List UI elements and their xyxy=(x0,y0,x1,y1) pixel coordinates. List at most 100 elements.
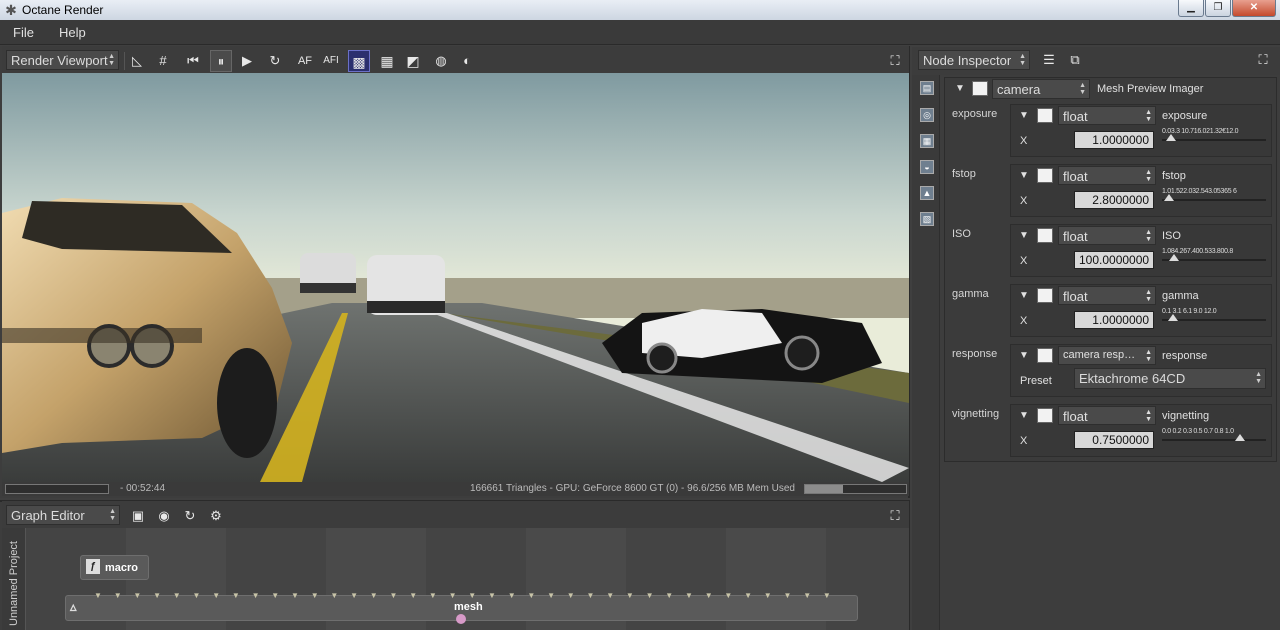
param-value-input[interactable] xyxy=(1074,191,1154,209)
param-type-selector[interactable]: float ▲ ▼ xyxy=(1058,286,1156,305)
param-collapse-toggle[interactable]: ▼ xyxy=(1019,290,1029,301)
mesh-input-pin[interactable]: ▼ xyxy=(468,591,476,600)
mesh-input-pin[interactable]: ▼ xyxy=(133,591,141,600)
add-node-icon[interactable]: ◉ xyxy=(153,505,175,527)
slider-thumb[interactable] xyxy=(1235,434,1245,441)
param-collapse-toggle[interactable]: ▼ xyxy=(1019,350,1029,361)
mesh-input-pin[interactable]: ▼ xyxy=(587,591,595,600)
param-slider[interactable]: 0.03.3 10.716.021.32€12.0 xyxy=(1162,128,1268,145)
mesh-input-pin[interactable]: ▼ xyxy=(271,591,279,600)
slider-thumb[interactable] xyxy=(1168,314,1178,321)
param-type-selector[interactable]: float ▲ ▼ xyxy=(1058,226,1156,245)
mesh-input-pin[interactable]: ▼ xyxy=(350,591,358,600)
grid-icon[interactable]: # xyxy=(152,50,174,72)
mesh-input-pin[interactable]: ▼ xyxy=(153,591,161,600)
collapse-icon[interactable]: ☰ xyxy=(1038,49,1060,71)
mesh-input-pin[interactable]: ▼ xyxy=(724,591,732,600)
param-value-input[interactable] xyxy=(1074,311,1154,329)
param-collapse-toggle[interactable]: ▼ xyxy=(1019,410,1029,421)
param-type-selector[interactable]: float ▲ ▼ xyxy=(1058,106,1156,125)
camera-rotate-icon[interactable]: ◍ xyxy=(430,50,452,72)
param-collapse-toggle[interactable]: ▼ xyxy=(1019,110,1029,121)
autofocus-image-button[interactable]: AFI xyxy=(320,50,342,72)
slider-thumb[interactable] xyxy=(1166,134,1176,141)
minimize-button[interactable]: ▁ xyxy=(1178,0,1204,17)
mesh-input-pin[interactable]: ▼ xyxy=(823,591,831,600)
sidebar-camera-icon[interactable]: ◎ xyxy=(920,108,934,122)
pause-icon[interactable]: ⏸ xyxy=(210,50,232,72)
param-slider[interactable]: 0.1 3.1 6.1 9.0 12.0 xyxy=(1162,308,1268,325)
camera-type-selector[interactable]: camera ▲ ▼ xyxy=(992,79,1090,99)
sidebar-render-target-icon[interactable]: ▧ xyxy=(920,212,934,226)
node-inspector-selector[interactable]: Node Inspector ▲ ▼ xyxy=(918,50,1030,70)
mesh-input-pin[interactable]: ▼ xyxy=(370,591,378,600)
mesh-input-pin[interactable]: ▼ xyxy=(173,591,181,600)
mesh-input-pin[interactable]: ▼ xyxy=(311,591,319,600)
param-type-selector[interactable]: camera resp… ▲ ▼ xyxy=(1058,346,1156,365)
param-type-selector[interactable]: float ▲ ▼ xyxy=(1058,406,1156,425)
macro-node[interactable]: ƒ macro xyxy=(80,555,149,580)
restart-icon[interactable]: ⏮ xyxy=(182,50,204,72)
param-value-input[interactable] xyxy=(1074,431,1154,449)
slider-thumb[interactable] xyxy=(1164,194,1174,201)
maximize-button[interactable]: ❐ xyxy=(1205,0,1231,17)
graph-fullscreen-icon[interactable]: ⛶ xyxy=(884,505,906,527)
mesh-input-pin[interactable]: ▼ xyxy=(330,591,338,600)
sidebar-imager-icon[interactable]: ▲ xyxy=(920,186,934,200)
graph-settings-icon[interactable]: ⚙ xyxy=(205,505,227,527)
mesh-input-pin[interactable]: ▼ xyxy=(606,591,614,600)
camera-collapse-toggle[interactable]: ▼ xyxy=(955,83,965,94)
sidebar-image-icon[interactable]: ▤ xyxy=(920,81,934,95)
mesh-input-pin[interactable]: ▼ xyxy=(114,591,122,600)
param-slider[interactable]: 1.084.267.400.533.800.8 xyxy=(1162,248,1268,265)
refresh-graph-icon[interactable]: ↻ xyxy=(179,505,201,527)
slider-thumb[interactable] xyxy=(1169,254,1179,261)
param-collapse-toggle[interactable]: ▼ xyxy=(1019,170,1029,181)
mesh-node[interactable]: ▵ mesh xyxy=(65,595,858,624)
sidebar-environment-icon[interactable]: ◒ xyxy=(920,160,934,174)
graph-editor-selector[interactable]: Graph Editor ▲ ▼ xyxy=(6,505,120,525)
param-slider[interactable]: 0.0 0.2 0.3 0.5 0.7 0.8 1.0 xyxy=(1162,428,1268,445)
mesh-input-pin[interactable]: ▼ xyxy=(488,591,496,600)
param-slider[interactable]: 1.01.522.032.543.05365 6 xyxy=(1162,188,1268,205)
param-value-input[interactable] xyxy=(1074,131,1154,149)
refresh-icon[interactable]: ↻ xyxy=(264,50,286,72)
mesh-input-pin[interactable]: ▼ xyxy=(547,591,555,600)
param-collapse-toggle[interactable]: ▼ xyxy=(1019,230,1029,241)
render-mode-icon[interactable]: ▩ xyxy=(348,50,370,72)
mesh-input-pin[interactable]: ▼ xyxy=(626,591,634,600)
mesh-output-pin[interactable] xyxy=(456,614,466,624)
mesh-input-pin[interactable]: ▼ xyxy=(232,591,240,600)
param-type-selector[interactable]: float ▲ ▼ xyxy=(1058,166,1156,185)
response-preset-selector[interactable]: Ektachrome 64CD ▲ ▼ xyxy=(1074,368,1266,389)
mesh-input-pin[interactable]: ▼ xyxy=(764,591,772,600)
mesh-input-pin[interactable]: ▼ xyxy=(803,591,811,600)
menu-help[interactable]: Help xyxy=(59,25,86,40)
mesh-input-pin[interactable]: ▼ xyxy=(409,591,417,600)
close-button[interactable]: ✕ xyxy=(1232,0,1276,17)
region-select-icon[interactable]: ◺ xyxy=(126,50,148,72)
sidebar-kernel-icon[interactable]: ▦ xyxy=(920,134,934,148)
mesh-input-pin[interactable]: ▼ xyxy=(252,591,260,600)
fullscreen-icon[interactable]: ⛶ xyxy=(884,50,906,72)
mesh-input-pin[interactable]: ▼ xyxy=(705,591,713,600)
mesh-input-pin[interactable]: ▼ xyxy=(94,591,102,600)
expand-icon[interactable]: ⧉ xyxy=(1064,49,1086,71)
mesh-input-pin[interactable]: ▼ xyxy=(784,591,792,600)
menu-file[interactable]: File xyxy=(13,25,34,40)
param-value-input[interactable] xyxy=(1074,251,1154,269)
mesh-input-pin[interactable]: ▼ xyxy=(527,591,535,600)
mesh-input-pin[interactable]: ▼ xyxy=(291,591,299,600)
mesh-input-pin[interactable]: ▼ xyxy=(567,591,575,600)
render-view[interactable] xyxy=(2,73,909,482)
mesh-input-pin[interactable]: ▼ xyxy=(744,591,752,600)
mesh-input-pin[interactable]: ▼ xyxy=(212,591,220,600)
save-graph-icon[interactable]: ▣ xyxy=(127,505,149,527)
mesh-input-pin[interactable]: ▼ xyxy=(685,591,693,600)
checker-icon[interactable]: ▦ xyxy=(376,50,398,72)
autofocus-button[interactable]: AF xyxy=(294,50,316,72)
render-viewport-selector[interactable]: Render Viewport ▲ ▼ xyxy=(6,50,119,70)
alpha-icon[interactable]: ◩ xyxy=(402,50,424,72)
mesh-input-pin[interactable]: ▼ xyxy=(429,591,437,600)
mesh-input-pin[interactable]: ▼ xyxy=(449,591,457,600)
